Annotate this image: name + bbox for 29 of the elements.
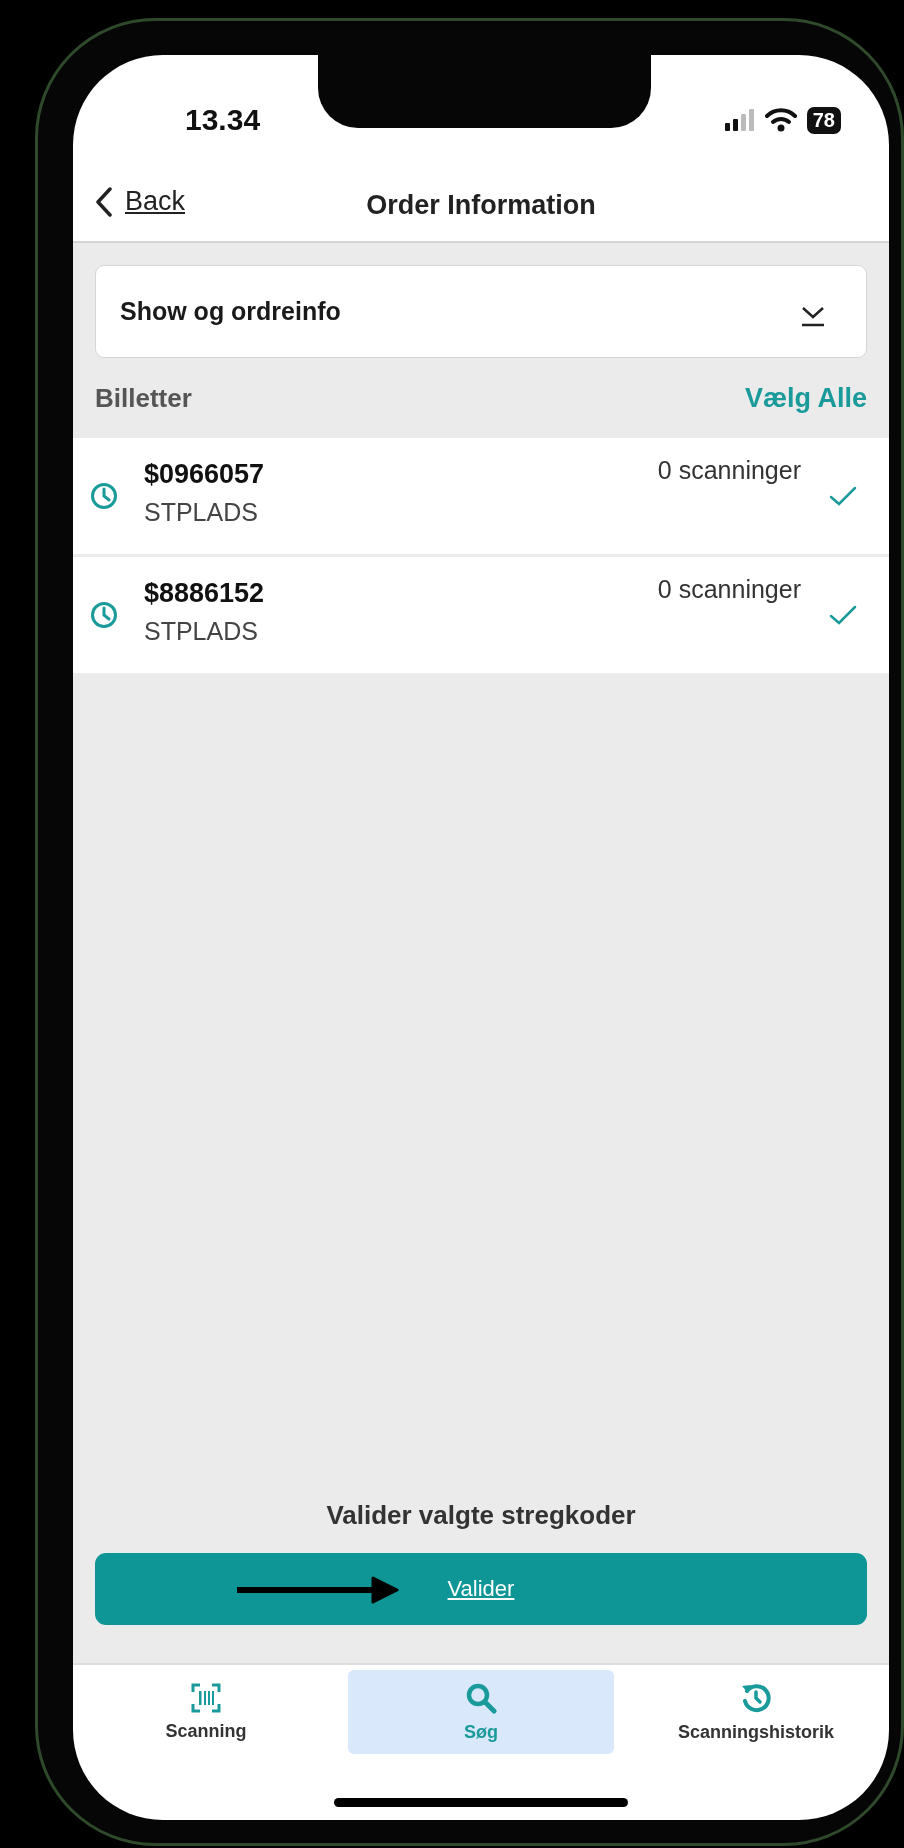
check-icon[interactable] [829,486,857,506]
ticket-row[interactable]: $8886152 STPLADS 0 scanninger [73,557,889,673]
order-info-dropdown[interactable]: Show og ordreinfo [95,265,867,358]
section-title: Billetter [95,382,192,414]
chevron-down-icon [800,304,826,327]
ticket-code: $0966057 [144,459,266,490]
signal-icon [724,109,755,131]
clock-icon [90,482,118,510]
tab-item[interactable]: Scanning [73,1670,339,1754]
screen-title: Order Information [366,190,596,221]
clock-icon [90,601,118,629]
ticket-type: STPLADS [144,617,259,646]
barcode-scan-icon [191,1682,221,1713]
tab-item[interactable]: Scanningshistorik [623,1670,889,1754]
battery-level: 78 [806,106,841,134]
scan-count: 0 scanninger [657,575,801,604]
check-icon[interactable] [829,605,857,625]
scan-count: 0 scanninger [657,456,801,485]
chevron-left-icon [95,186,113,217]
search-icon [465,1681,497,1714]
history-icon [740,1681,772,1714]
ticket-type: STPLADS [144,498,259,527]
ticket-code: $8886152 [144,578,266,609]
ticket-row[interactable]: $0966057 STPLADS 0 scanninger [73,438,889,554]
validate-heading: Valider valgte stregkoder [326,1500,636,1531]
back-button[interactable]: Back [95,186,186,217]
wifi-icon [764,108,797,132]
status-time: 13.34 [185,103,261,137]
validate-button[interactable]: Valider [95,1553,867,1625]
